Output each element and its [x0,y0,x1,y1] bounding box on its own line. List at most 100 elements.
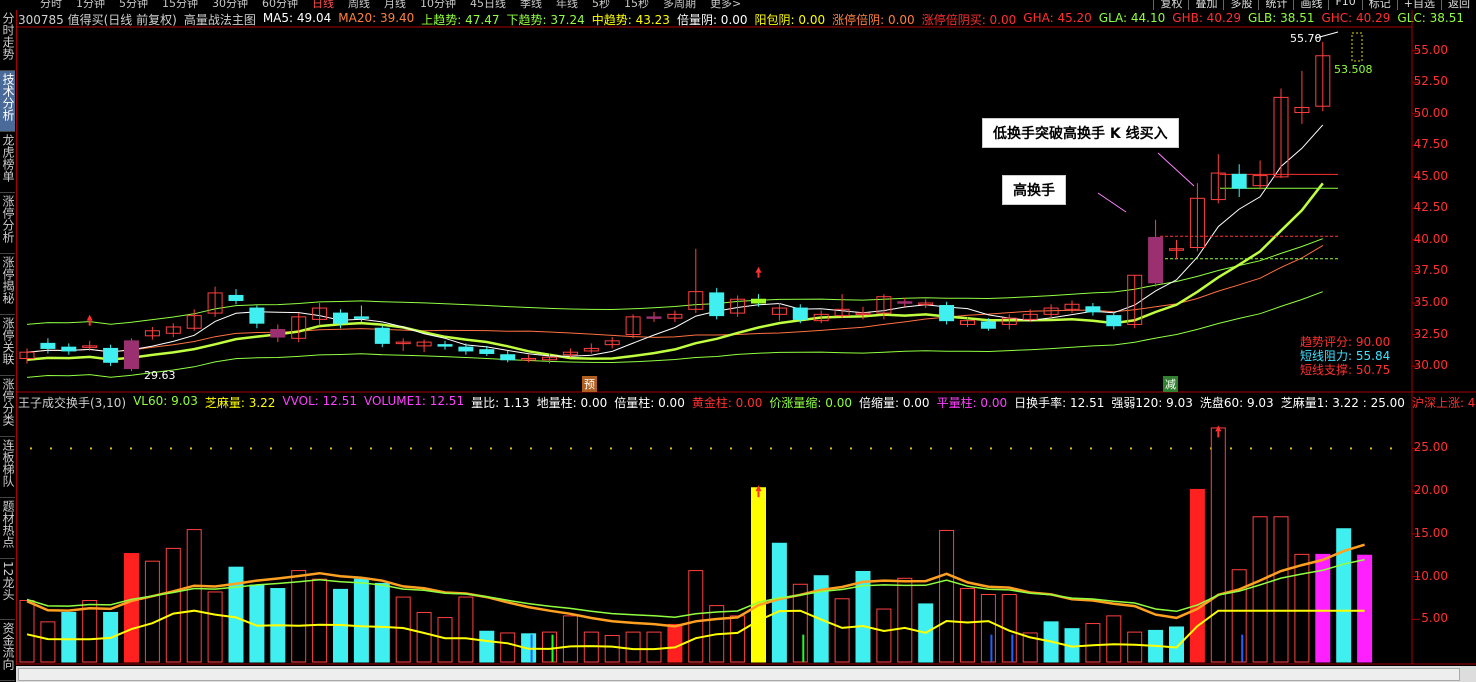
kline-chart[interactable] [0,0,1476,682]
indicator-value: GHA: 45.20 [1023,11,1092,25]
toolbar-button[interactable]: +自选 [1396,0,1441,10]
price-tick: 32.50 [1413,326,1448,341]
toolbar-button[interactable]: 标记 [1361,0,1397,10]
turnover-bar [1315,553,1331,663]
turnover-bar [500,632,516,663]
period-tab[interactable]: 45日线 [470,0,506,10]
dot-line [290,447,292,450]
turnover-bar [667,623,683,663]
left-nav-tab[interactable]: 连板梯队 [0,437,15,498]
turnover-bar [604,635,620,663]
indicator-value: 倍量柱: 0.00 [614,396,685,410]
period-tab[interactable]: 日线 [312,0,334,10]
indicator-value: 300785 值得买(日线 前复权) [18,13,177,27]
period-tab[interactable]: 季线 [520,0,542,10]
turnover-bar [855,570,871,663]
candle-body [291,316,307,339]
period-tab[interactable]: 月线 [384,0,406,10]
turnover-bar [416,611,432,663]
period-tab[interactable]: 周线 [348,0,370,10]
left-nav-tab[interactable]: 涨停揭秘 [0,254,15,315]
dot-line [850,447,852,450]
dot-line [50,447,52,450]
period-tab[interactable]: 分时 [40,0,62,10]
last-price-label: 53.508 [1334,63,1373,76]
dot-line [510,447,512,450]
dot-line [270,447,272,450]
turnover-bar [1273,516,1289,663]
toolbar-button[interactable]: 多股 [1223,0,1258,10]
turnover-bar [771,542,787,663]
period-tab[interactable]: 多周期 [663,0,696,10]
left-nav-tab[interactable]: 12龙头 [0,559,15,620]
candle-body [542,356,557,361]
dot-line [750,447,752,450]
left-nav-tab[interactable]: 涨停关联 [0,315,15,376]
toolbar-button[interactable]: F10 [1328,0,1361,10]
horizontal-scrollbar[interactable] [16,666,1476,682]
toolbar-button[interactable]: 返回 [1441,0,1476,10]
volume-tick: 5.00 [1421,611,1448,626]
dot-line [1190,447,1192,450]
toolbar-button[interactable]: 统计 [1258,0,1293,10]
dot-line [1010,447,1012,450]
marker-jian: 减 [1163,376,1178,392]
indicator-value: 量比: 1.13 [471,396,530,410]
price-tick: 45.00 [1413,168,1448,183]
candle-body [709,292,725,317]
turnover-bar [1043,621,1059,663]
left-nav-tab[interactable]: 分时走势 [0,10,15,71]
dot-line [190,447,192,450]
period-tab[interactable]: 15分钟 [162,0,198,10]
period-tab[interactable]: 10分钟 [420,0,456,10]
scroll-track[interactable] [18,668,1460,681]
left-nav-tab[interactable]: 题材热点 [0,498,15,559]
turnover-bar [583,631,599,663]
turnover-bar [562,615,578,663]
indicator-value: 倍缩量: 0.00 [858,396,930,410]
turnover-bar [312,578,328,663]
toolbar-button[interactable]: 画线 [1293,0,1328,10]
period-tab[interactable]: 5分钟 [119,0,148,10]
dot-line [990,447,992,450]
right-toolbar: 复权 叠加 多股 统计 画线 F10 标记 +自选 返回 [1153,0,1476,10]
candle-body [688,291,704,310]
toolbar-button[interactable]: 叠加 [1188,0,1223,10]
turnover-bar [291,570,307,663]
left-nav-tab[interactable]: 资金流向 [0,620,15,681]
candle-body [1273,96,1289,178]
left-nav-tab[interactable]: 涨停分类 [0,376,15,437]
candle-body [186,315,202,329]
candle-body [61,346,77,352]
toolbar-button[interactable]: 复权 [1153,0,1188,10]
price-tick: 42.50 [1413,200,1448,215]
candle-body [1085,306,1101,313]
dot-line [30,447,32,450]
period-tab[interactable]: 15秒 [624,0,649,10]
dot-line [130,447,132,450]
period-tab[interactable]: 1分钟 [76,0,105,10]
candle-body [1064,303,1080,310]
price-tick: 52.50 [1413,74,1448,89]
price-high-label: 55.70 [1290,32,1322,45]
turnover-bar [1106,615,1122,663]
left-nav-tab[interactable]: 龙虎榜单 [0,132,15,193]
period-tab[interactable]: 60分钟 [262,0,298,10]
turnover-bar [688,570,704,663]
turnover-bar [751,487,766,663]
period-tab[interactable]: 更多> [710,0,741,10]
volume-tick: 20.00 [1413,483,1448,498]
period-tab[interactable]: 30分钟 [212,0,248,10]
candle-body [1106,315,1122,327]
candle-body [144,330,160,337]
period-tab[interactable]: 年线 [556,0,578,10]
turnover-bar [353,578,369,663]
period-tab[interactable]: 5秒 [592,0,610,10]
dot-line [110,447,112,450]
left-nav-tab[interactable]: 技术分析 [0,71,15,132]
dot-line [810,447,812,450]
turnover-bar [1336,528,1352,663]
left-nav-tab[interactable]: 涨停分析 [0,193,15,254]
turnover-bar [1252,516,1268,663]
candle-body [813,313,829,322]
